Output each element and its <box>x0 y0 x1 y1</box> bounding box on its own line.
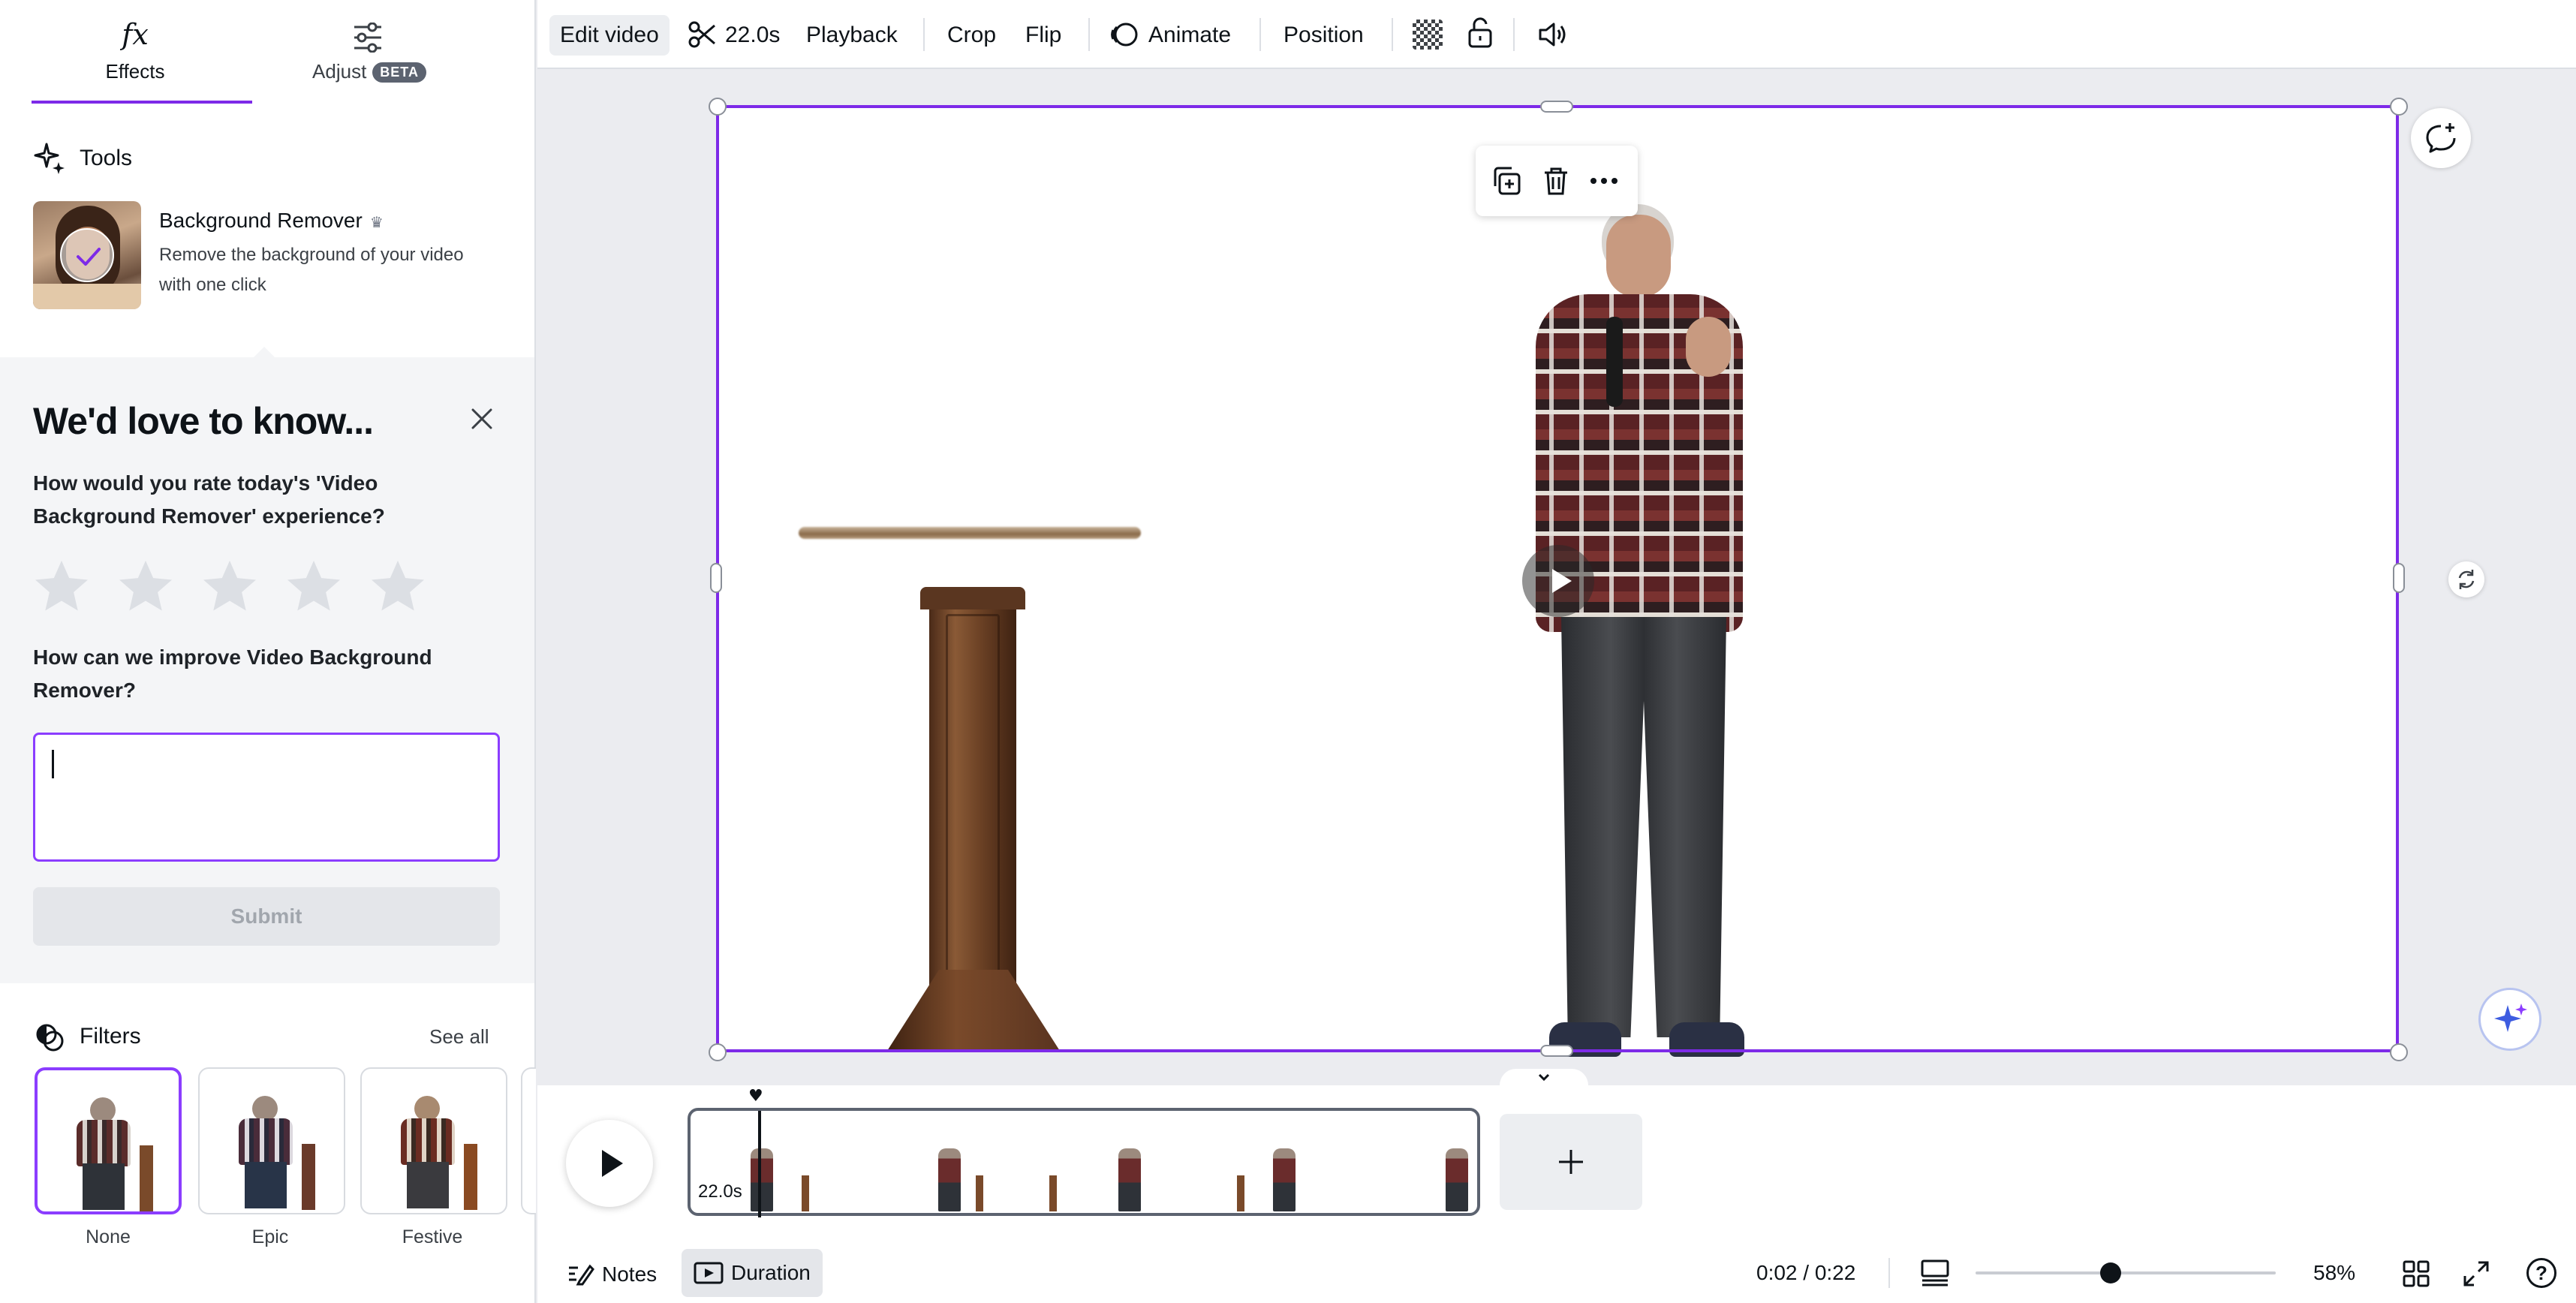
clip-thumb-podium <box>802 1175 809 1211</box>
duration-icon <box>694 1262 724 1284</box>
toolbar-divider <box>1392 18 1393 51</box>
top-toolbar: Edit video 22.0s Playback Crop Flip Anim… <box>537 0 2576 69</box>
improve-question-1: How can we improve Video Background <box>33 645 432 669</box>
zoom-level[interactable]: 58% <box>2313 1261 2355 1285</box>
resize-handle-left[interactable] <box>710 563 722 593</box>
filter-label-epic: Epic <box>251 1226 289 1247</box>
page-layout-icon[interactable] <box>1920 1258 1950 1288</box>
selection-frame <box>716 105 2399 1052</box>
filter-thumb-none[interactable] <box>35 1067 182 1214</box>
star-1-icon[interactable] <box>30 555 93 618</box>
magic-assistant-button[interactable] <box>2478 988 2541 1051</box>
trim-duration-button[interactable]: 22.0s <box>715 15 790 56</box>
trash-icon[interactable] <box>1539 164 1573 198</box>
filter-label-none: None <box>86 1226 131 1247</box>
comment-plus-icon <box>2426 123 2456 153</box>
duration-button[interactable]: Duration <box>682 1249 823 1297</box>
clip-thumb-person <box>1118 1148 1141 1211</box>
duration-label: Duration <box>731 1261 811 1284</box>
filter-thumb-festive[interactable] <box>360 1067 507 1214</box>
filters-heading: Filters <box>80 1024 141 1049</box>
rotate-handle[interactable] <box>2448 561 2484 597</box>
unlock-icon[interactable] <box>1465 17 1495 50</box>
playhead[interactable]: ♥ <box>748 1085 769 1220</box>
clip-thumb-person <box>1446 1148 1468 1211</box>
star-rating <box>0 0 534 626</box>
element-actions-bar <box>1476 146 1638 216</box>
playhead-marker-icon: ♥ <box>748 1087 763 1106</box>
playback-button[interactable]: Playback <box>796 15 908 56</box>
plus-icon <box>1559 1150 1583 1174</box>
resize-handle-br[interactable] <box>2390 1043 2408 1061</box>
footer-divider <box>1888 1258 1890 1288</box>
star-5-icon[interactable] <box>366 555 429 618</box>
clip-thumb-podium <box>976 1175 983 1211</box>
notes-icon <box>569 1264 594 1286</box>
resize-handle-bl[interactable] <box>709 1043 727 1061</box>
duplicate-icon[interactable] <box>1489 164 1524 198</box>
zoom-slider[interactable] <box>1976 1262 2276 1283</box>
more-options-icon[interactable] <box>1587 164 1621 198</box>
collapse-timeline-tab[interactable] <box>1500 1069 1588 1085</box>
transparency-icon[interactable] <box>1413 20 1443 50</box>
resize-handle-right[interactable] <box>2393 563 2405 593</box>
notes-button[interactable]: Notes <box>557 1252 667 1297</box>
resize-handle-top[interactable] <box>1540 101 1573 113</box>
resize-handle-bottom[interactable] <box>1540 1045 1573 1057</box>
toolbar-divider <box>1088 18 1090 51</box>
star-4-icon[interactable] <box>282 555 345 618</box>
filter-thumb-epic[interactable] <box>198 1067 345 1214</box>
submit-button[interactable]: Submit <box>33 887 500 946</box>
volume-icon[interactable] <box>1536 18 1569 51</box>
help-icon[interactable]: ? <box>2526 1258 2556 1288</box>
time-readout: 0:02 / 0:22 <box>1756 1261 1856 1284</box>
video-clip-track[interactable]: 22.0s <box>688 1108 1480 1216</box>
add-clip-button[interactable] <box>1500 1114 1642 1210</box>
clip-duration-label: 22.0s <box>698 1181 742 1202</box>
chevron-down-icon <box>1538 1073 1550 1082</box>
timeline-panel: 22.0s ♥ Notes Duration 0:02 / 0:22 58% ? <box>537 1069 2576 1303</box>
filters-icon <box>33 1021 66 1054</box>
toolbar-divider <box>923 18 925 51</box>
flip-button[interactable]: Flip <box>1015 15 1072 56</box>
playhead-line <box>758 1111 762 1217</box>
improve-question-2: Remover? <box>33 679 136 702</box>
crop-button[interactable]: Crop <box>937 15 1007 56</box>
clip-thumb-podium <box>1049 1175 1057 1211</box>
edit-video-button[interactable]: Edit video <box>549 15 670 56</box>
resize-handle-tr[interactable] <box>2390 98 2408 116</box>
toolbar-divider <box>1259 18 1261 51</box>
animate-button[interactable]: Animate <box>1138 15 1241 56</box>
timeline-play-button[interactable] <box>566 1120 653 1207</box>
notes-label: Notes <box>602 1262 658 1286</box>
scissors-icon[interactable] <box>688 20 718 50</box>
clip-thumb-person <box>938 1148 961 1211</box>
feedback-survey: We'd love to know... How would you rate … <box>0 357 534 983</box>
magic-sparkle-icon <box>2494 1004 2527 1032</box>
grid-view-icon[interactable] <box>2402 1259 2430 1288</box>
add-comment-button[interactable] <box>2411 108 2471 168</box>
resize-handle-tl[interactable] <box>709 98 727 116</box>
rotate-icon <box>2458 570 2475 589</box>
star-2-icon[interactable] <box>114 555 177 618</box>
fullscreen-icon[interactable] <box>2462 1259 2490 1288</box>
filter-label-festive: Festive <box>402 1226 463 1247</box>
text-cursor <box>52 750 54 778</box>
see-all-link[interactable]: See all <box>429 1025 489 1049</box>
clip-thumb-podium <box>1237 1175 1244 1211</box>
feedback-textarea[interactable] <box>33 733 500 862</box>
clip-thumb-person <box>1273 1148 1296 1211</box>
animate-icon <box>1109 20 1139 50</box>
zoom-slider-thumb[interactable] <box>2100 1262 2121 1283</box>
position-button[interactable]: Position <box>1273 15 1374 56</box>
toolbar-divider <box>1513 18 1515 51</box>
star-3-icon[interactable] <box>198 555 261 618</box>
filter-thumb-partial[interactable] <box>521 1067 536 1214</box>
play-icon <box>602 1150 623 1177</box>
